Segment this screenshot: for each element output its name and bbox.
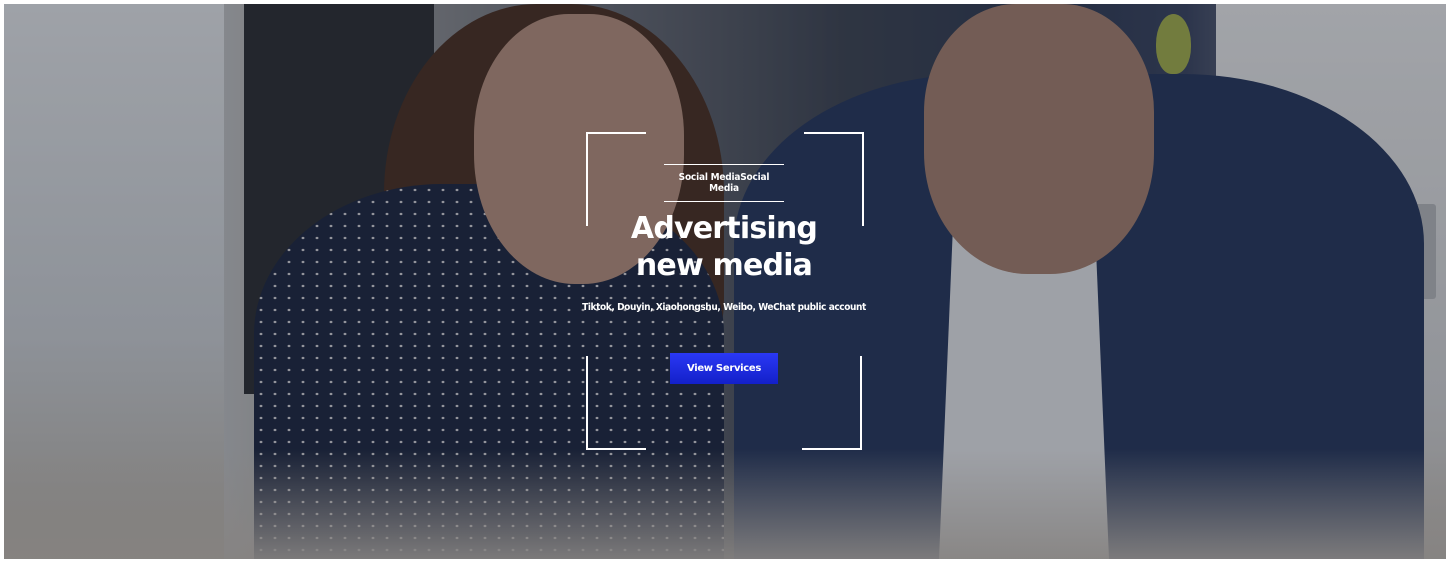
hero-content: Social MediaSocial Media Advertising new… <box>564 164 884 384</box>
hero-subtitle: Tiktok, Douyin, Xiaohongshu, Weibo, WeCh… <box>582 302 866 313</box>
view-services-button[interactable]: View Services <box>669 353 779 384</box>
hero-tagline: Social MediaSocial Media <box>664 164 784 202</box>
hero-title: Advertising new media <box>614 210 834 284</box>
hero-banner: Social MediaSocial Media Advertising new… <box>4 4 1446 559</box>
hero-title-text: Advertising new media <box>630 211 818 283</box>
